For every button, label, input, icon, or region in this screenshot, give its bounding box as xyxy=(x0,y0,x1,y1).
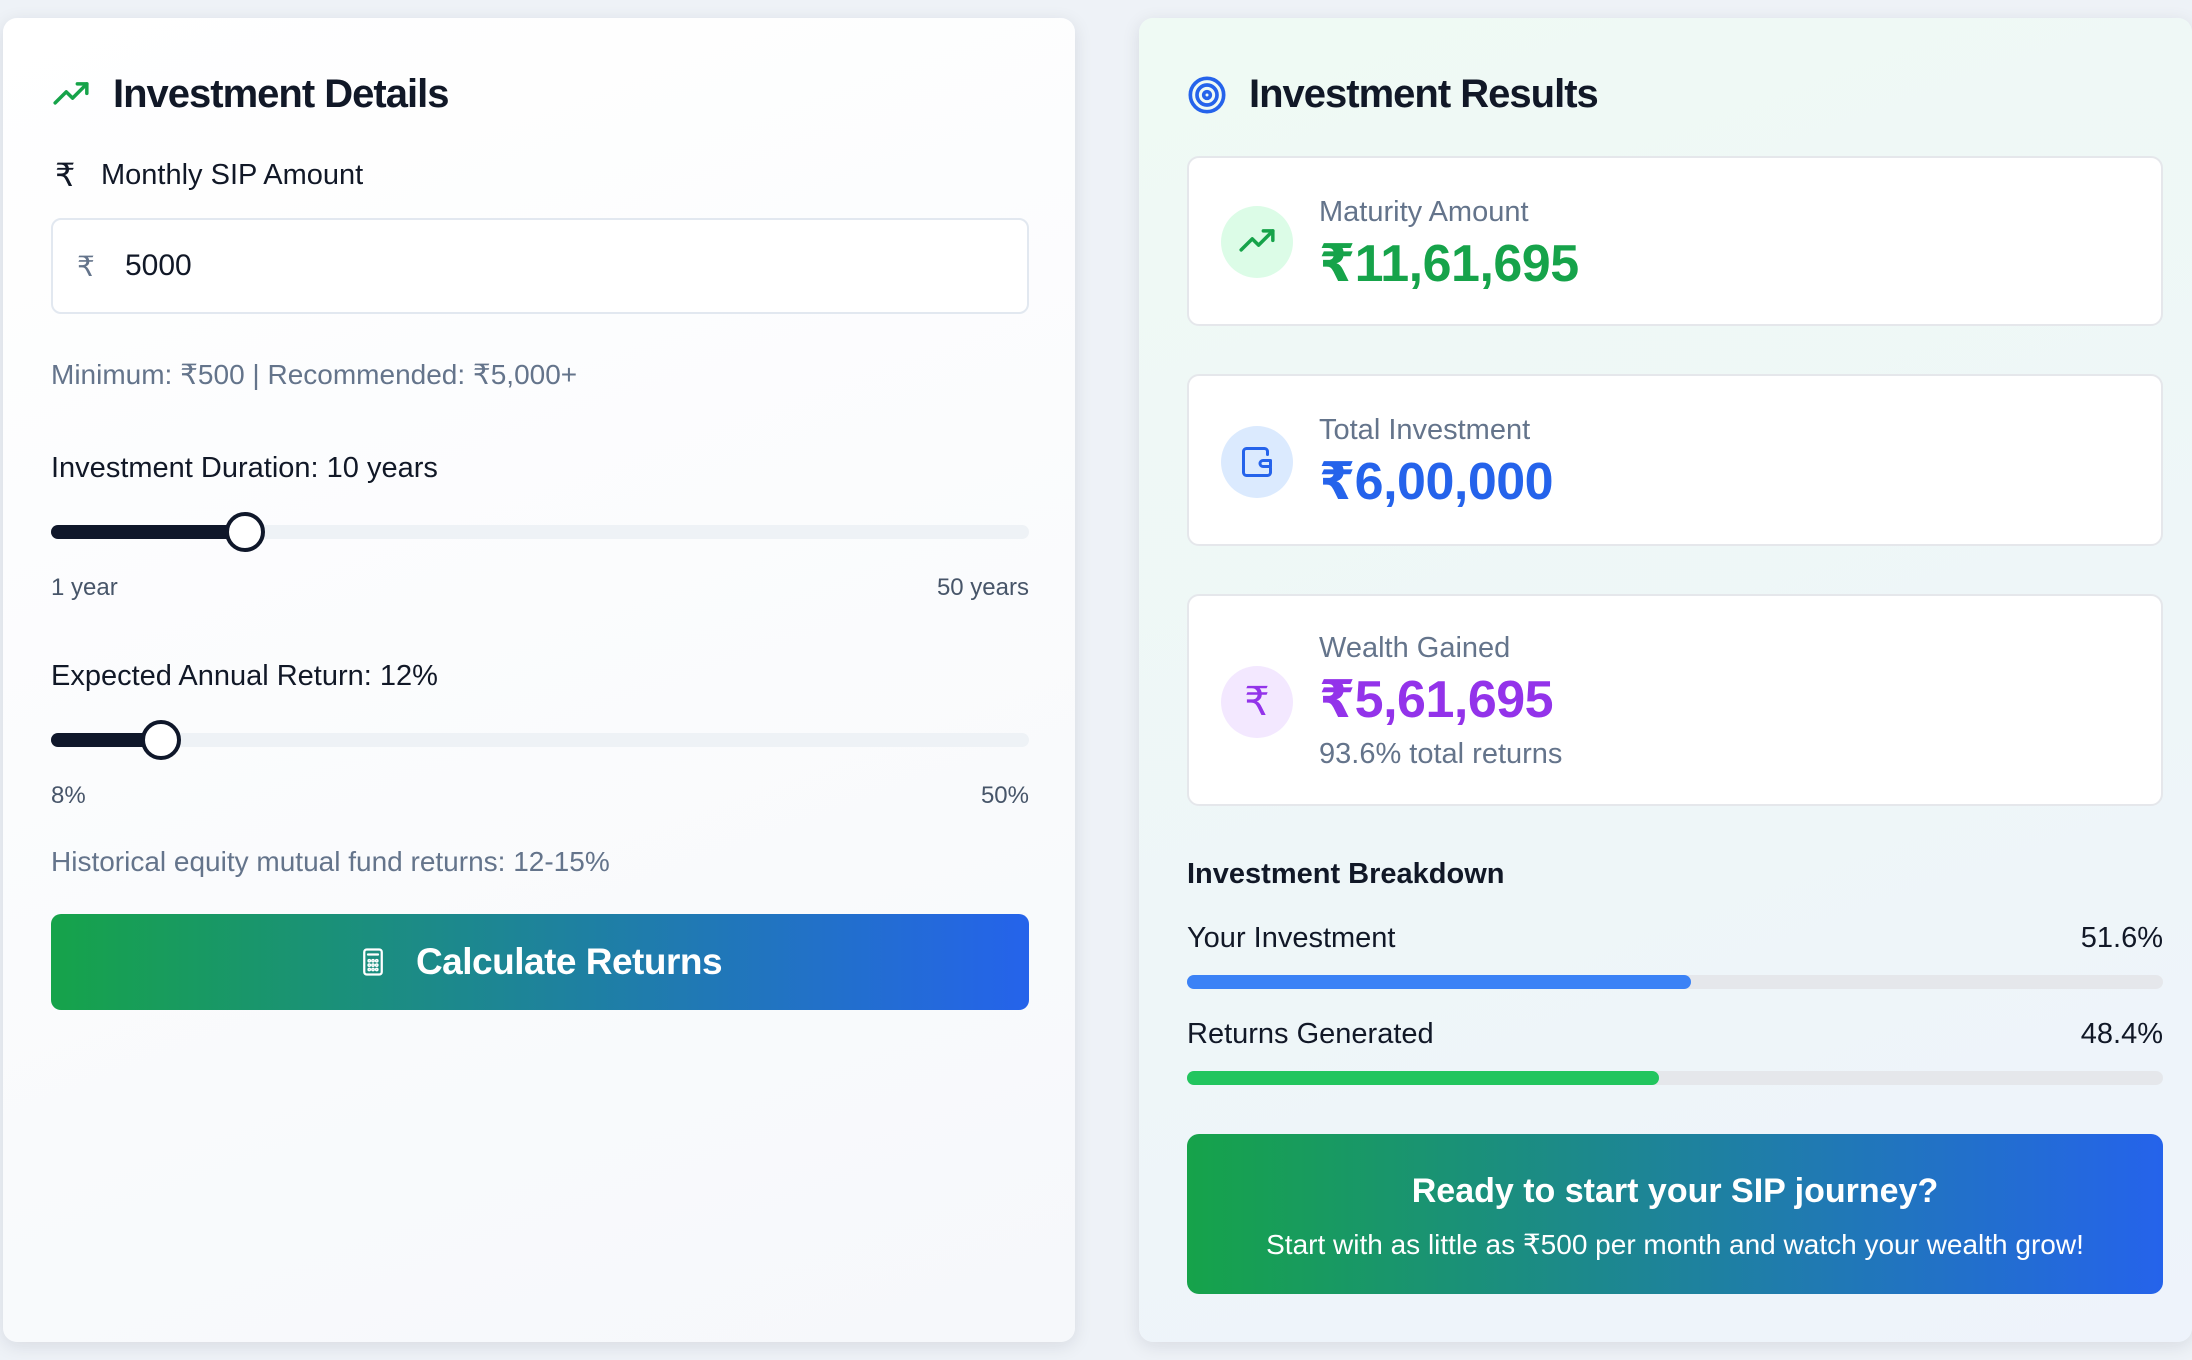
return-rate-min-label: 8% xyxy=(51,782,86,809)
duration-slider-fill xyxy=(51,525,245,539)
your-investment-bar xyxy=(1187,975,2163,989)
sip-journey-text: Start with as little as ₹500 per month a… xyxy=(1266,1229,2084,1260)
calculator-icon xyxy=(358,946,388,978)
your-investment-label: Your Investment xyxy=(1187,922,1396,954)
maturity-amount-card: Maturity Amount ₹11,61,695 xyxy=(1187,156,2163,326)
investment-details-heading: Investment Details xyxy=(51,72,449,117)
duration-min-label: 1 year xyxy=(51,574,118,601)
target-icon xyxy=(1187,75,1227,115)
return-rate-label: Expected Annual Return: 12% xyxy=(51,660,438,692)
returns-generated-bar xyxy=(1187,1071,2163,1085)
maturity-amount-value: ₹11,61,695 xyxy=(1319,235,1579,293)
investment-results-title: Investment Results xyxy=(1249,72,1599,116)
sip-amount-field[interactable]: ₹ xyxy=(51,218,1029,314)
returns-generated-label: Returns Generated xyxy=(1187,1018,1434,1050)
calculate-returns-label: Calculate Returns xyxy=(415,941,723,982)
investment-results-heading: Investment Results xyxy=(1187,72,1599,117)
rupee-prefix-icon: ₹ xyxy=(77,250,95,282)
wealth-gained-card: ₹ Wealth Gained ₹5,61,695 93.6% total re… xyxy=(1187,594,2163,806)
calculate-returns-button[interactable]: Calculate Returns xyxy=(51,914,1029,1010)
your-investment-percent: 51.6% xyxy=(2080,922,2163,954)
investment-results-panel: Investment Results Maturity Amount ₹11,6… xyxy=(1139,18,2192,1342)
trending-up-icon xyxy=(51,75,91,115)
maturity-amount-label: Maturity Amount xyxy=(1319,196,1529,228)
wallet-icon xyxy=(1221,426,1293,498)
return-rate-max-label: 50% xyxy=(980,782,1029,809)
return-rate-slider-track xyxy=(51,733,1029,747)
maturity-trend-icon xyxy=(1221,206,1293,278)
your-investment-bar-fill xyxy=(1187,975,1691,989)
returns-generated-percent: 48.4% xyxy=(2080,1018,2163,1050)
rupee-icon: ₹ xyxy=(55,157,76,193)
duration-slider[interactable] xyxy=(51,511,1029,552)
sip-journey-title: Ready to start your SIP journey? xyxy=(1411,1172,1939,1210)
amount-hint: Minimum: ₹500 | Recommended: ₹5,000+ xyxy=(51,359,578,390)
duration-label: Investment Duration: 10 years xyxy=(51,452,438,484)
total-returns-percent: 93.6% total returns xyxy=(1319,738,1563,770)
returns-generated-bar-fill xyxy=(1187,1071,1660,1085)
wealth-gained-value: ₹5,61,695 xyxy=(1319,671,1554,729)
total-investment-label: Total Investment xyxy=(1319,414,1531,446)
sip-amount-label: Monthly SIP Amount xyxy=(101,158,364,191)
return-rate-slider[interactable] xyxy=(51,719,1029,760)
wealth-gained-label: Wealth Gained xyxy=(1319,632,1511,664)
sip-amount-label-row: ₹ Monthly SIP Amount xyxy=(55,156,363,194)
breakdown-title: Investment Breakdown xyxy=(1187,858,1505,890)
investment-details-panel: Investment Details ₹ Monthly SIP Amount … xyxy=(3,18,1075,1342)
investment-details-title: Investment Details xyxy=(113,72,449,116)
historical-returns-note: Historical equity mutual fund returns: 1… xyxy=(51,846,610,877)
sip-journey-banner: Ready to start your SIP journey? Start w… xyxy=(1187,1134,2163,1294)
duration-max-label: 50 years xyxy=(936,574,1029,601)
total-investment-value: ₹6,00,000 xyxy=(1319,453,1554,511)
return-rate-slider-thumb[interactable] xyxy=(141,720,181,760)
sip-amount-input[interactable] xyxy=(125,249,985,283)
duration-slider-thumb[interactable] xyxy=(225,512,265,552)
total-investment-card: Total Investment ₹6,00,000 xyxy=(1187,374,2163,546)
rupee-icon: ₹ xyxy=(1221,666,1293,738)
